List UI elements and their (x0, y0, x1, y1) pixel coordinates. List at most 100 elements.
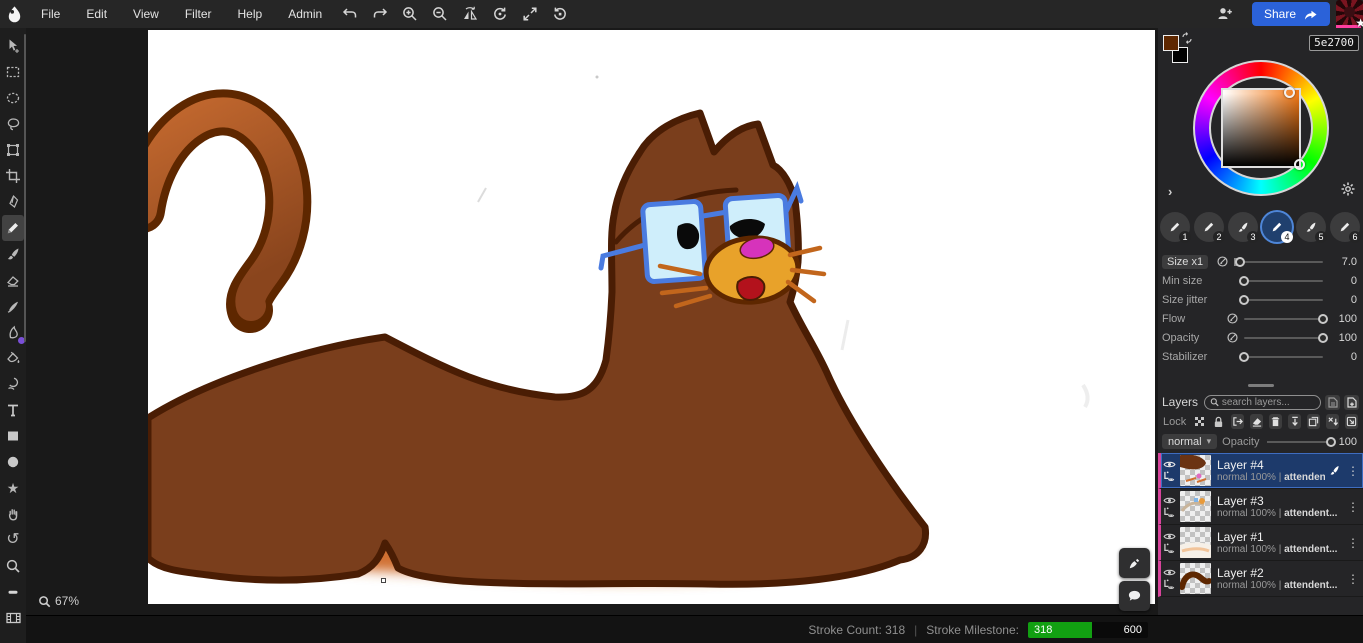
layer-row-3[interactable]: Layer #3 normal 100% | attendent... ⋮ (1158, 489, 1363, 525)
layer-row-4[interactable]: Layer #4 normal 100% | attendent... ⋮ (1158, 453, 1363, 489)
user-avatar[interactable]: ★ (1336, 0, 1363, 28)
layer-thumbnail[interactable] (1180, 527, 1211, 558)
tool-zoom[interactable] (2, 553, 24, 579)
menu-edit[interactable]: Edit (73, 0, 120, 28)
brush-preset-4-selected[interactable]: 4 (1262, 212, 1292, 242)
menu-view[interactable]: View (120, 0, 172, 28)
layer-thumbnail[interactable] (1180, 563, 1211, 594)
flatten-layer-button[interactable] (1326, 414, 1339, 429)
size-jitter-slider[interactable] (1244, 299, 1323, 301)
tool-rect-shape[interactable] (2, 423, 24, 449)
tool-timeline[interactable] (2, 605, 24, 631)
layer-search-input[interactable] (1222, 397, 1315, 408)
layer-opacity-slider[interactable] (1267, 441, 1330, 443)
hue-selector[interactable] (1284, 87, 1295, 98)
layer-menu-kebab[interactable]: ⋮ (1347, 537, 1359, 549)
flow-slider[interactable] (1244, 318, 1323, 320)
min-size-slider[interactable] (1244, 280, 1323, 282)
alpha-lock-button[interactable] (1193, 414, 1206, 429)
tool-pencil[interactable] (2, 215, 24, 241)
release-layer-button[interactable] (1231, 414, 1244, 429)
layer-visibility-icon[interactable] (1163, 568, 1176, 577)
layer-thumbnail[interactable] (1180, 455, 1211, 486)
share-button[interactable]: Share (1252, 2, 1330, 26)
panel-resize-handle[interactable] (1158, 384, 1363, 392)
reset-rotation-button[interactable] (485, 0, 515, 28)
draw-mode-button[interactable] (1119, 548, 1150, 578)
drawing-canvas[interactable] (148, 30, 1155, 604)
layer-menu-kebab[interactable]: ⋮ (1347, 501, 1359, 513)
move-into-button[interactable] (1345, 414, 1358, 429)
layer-visibility-icon[interactable] (1163, 532, 1176, 541)
tool-rect-select[interactable] (2, 59, 24, 85)
reference-visibility-icon[interactable] (1163, 471, 1176, 482)
menu-file[interactable]: File (28, 0, 73, 28)
tool-ellipse-shape[interactable] (2, 449, 24, 475)
tool-fill[interactable] (2, 345, 24, 371)
tool-text[interactable] (2, 397, 24, 423)
blend-mode-select[interactable]: normal ▾ (1162, 434, 1217, 449)
rotate-canvas-button[interactable] (545, 0, 575, 28)
tool-move[interactable] (2, 33, 24, 59)
layer-menu-kebab[interactable]: ⋮ (1347, 573, 1359, 585)
tool-undo-history[interactable]: ↺ (2, 527, 24, 553)
zoom-in-button[interactable] (395, 0, 425, 28)
pressure-toggle[interactable] (1224, 331, 1240, 344)
brush-preset-1[interactable]: 1 (1160, 212, 1190, 242)
stabilizer-slider[interactable] (1244, 356, 1323, 358)
tool-magic-select[interactable] (2, 371, 24, 397)
new-layer-button[interactable] (1344, 395, 1359, 410)
menu-help[interactable]: Help (225, 0, 276, 28)
collapse-color-panel-chevron[interactable]: › (1168, 184, 1172, 199)
layer-visibility-icon[interactable] (1163, 460, 1176, 469)
merge-down-button[interactable] (1288, 414, 1301, 429)
pressure-toggle[interactable] (1214, 255, 1230, 268)
tool-crop[interactable] (2, 163, 24, 189)
reference-visibility-icon[interactable] (1163, 579, 1176, 590)
flip-canvas-button[interactable] (455, 0, 485, 28)
tool-ellipse-select[interactable] (2, 85, 24, 111)
paste-layer-button[interactable] (1325, 395, 1340, 410)
sv-selector[interactable] (1294, 159, 1305, 170)
layer-row-1[interactable]: Layer #1 normal 100% | attendent... ⋮ (1158, 525, 1363, 561)
tool-eraser[interactable] (2, 267, 24, 293)
tool-transform[interactable] (2, 137, 24, 163)
brush-preset-5[interactable]: 5 (1296, 212, 1326, 242)
clear-layer-button[interactable] (1250, 414, 1263, 429)
tool-brush[interactable] (2, 241, 24, 267)
saturation-value-square[interactable] (1221, 88, 1301, 168)
fit-screen-button[interactable] (515, 0, 545, 28)
lock-layer-button[interactable] (1212, 414, 1225, 429)
hex-color-field[interactable]: 5e2700 (1309, 35, 1359, 51)
brush-preset-6[interactable]: 6 (1330, 212, 1360, 242)
opacity-slider[interactable] (1244, 337, 1323, 339)
reference-visibility-icon[interactable] (1163, 543, 1176, 554)
reference-visibility-icon[interactable] (1163, 507, 1176, 518)
layer-search-box[interactable] (1204, 395, 1321, 410)
duplicate-layer-button[interactable] (1307, 414, 1320, 429)
tool-smudge[interactable] (2, 319, 24, 345)
menu-admin[interactable]: Admin (275, 0, 335, 28)
tool-mixer-brush[interactable] (2, 293, 24, 319)
menu-filter[interactable]: Filter (172, 0, 225, 28)
layer-visibility-icon[interactable] (1163, 496, 1176, 505)
toolbar-collapse-handle[interactable] (2, 579, 24, 605)
size-slider[interactable] (1234, 261, 1323, 263)
delete-layer-button[interactable] (1269, 414, 1282, 429)
pressure-toggle[interactable] (1224, 312, 1240, 325)
layer-thumbnail[interactable] (1180, 491, 1211, 522)
invite-user-button[interactable] (1210, 0, 1240, 28)
primary-color-swatch[interactable] (1163, 35, 1179, 51)
swap-colors-icon[interactable] (1181, 32, 1193, 44)
tool-star-shape[interactable]: ★ (2, 475, 24, 501)
undo-button[interactable] (335, 0, 365, 28)
brush-preset-2[interactable]: 2 (1194, 212, 1224, 242)
layer-row-2[interactable]: Layer #2 normal 100% | attendent... ⋮ (1158, 561, 1363, 597)
size-label[interactable]: Size x1 (1162, 255, 1208, 269)
tool-lasso[interactable] (2, 111, 24, 137)
tool-pen[interactable] (2, 189, 24, 215)
tool-hand[interactable] (2, 501, 24, 527)
redo-button[interactable] (365, 0, 395, 28)
brush-preset-3[interactable]: 3 (1228, 212, 1258, 242)
toolbar-scrollbar[interactable] (24, 34, 26, 342)
